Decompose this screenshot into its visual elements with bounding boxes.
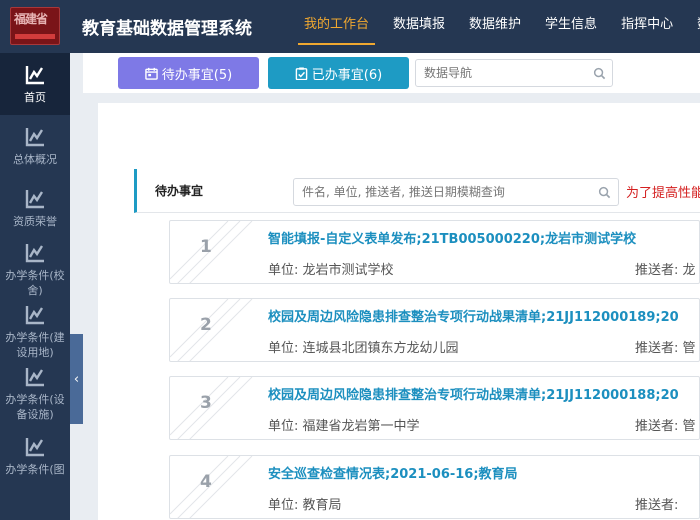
calendar-icon	[145, 67, 158, 80]
task-title-link[interactable]: 智能填报-自定义表单发布;21TB005000220;龙岩市测试学校	[268, 228, 636, 247]
search-icon[interactable]	[593, 67, 606, 80]
task-number-text: 1	[200, 237, 212, 257]
sidebar-item-label: 办学条件(建设用地)	[5, 331, 65, 359]
sidebar: 首页 总体概况 资质荣誉 办学条件(校舍) 办学条件(建设用地) 办学条件(设备…	[0, 53, 70, 520]
task-unit: 单位: 连城县北团镇东方龙幼儿园	[268, 341, 459, 356]
task-number: 1	[170, 221, 256, 283]
task-title-link[interactable]: 安全巡查检查情况表;2021-06-16;教育局	[268, 463, 518, 482]
diagonal-decoration	[170, 299, 253, 361]
task-number-text: 3	[200, 393, 212, 413]
task-sender: 推送者: 管	[635, 341, 696, 356]
toolbar: 待办事宜(5) 已办事宜(6)	[83, 53, 700, 93]
nav-item-command-center[interactable]: 指挥中心	[609, 0, 685, 53]
pending-tasks-button[interactable]: 待办事宜(5)	[118, 57, 259, 89]
data-nav-search-input[interactable]	[424, 60, 589, 86]
chart-line-icon	[25, 244, 44, 263]
pending-section-header: 待办事宜 为了提高性能	[134, 169, 700, 213]
chevron-left-icon: ‹	[73, 371, 80, 387]
chart-line-icon	[25, 306, 44, 325]
sidebar-item-overview[interactable]: 总体概况	[0, 115, 70, 177]
task-sender: 推送者:	[635, 498, 679, 513]
nav-item-student-info[interactable]: 学生信息	[533, 0, 609, 53]
done-tasks-label: 已办事宜(6)	[311, 67, 383, 83]
task-title-link[interactable]: 校园及周边风险隐患排查整治专项行动战果清单;21JJ112000188;20	[268, 384, 679, 403]
nav-item-data-more[interactable]: 数据	[685, 0, 700, 53]
task-number: 2	[170, 299, 256, 361]
task-card[interactable]: 4 安全巡查检查情况表;2021-06-16;教育局 单位: 教育局 推送者:	[169, 455, 700, 519]
task-number-text: 4	[200, 472, 212, 492]
nav-item-data-maintenance[interactable]: 数据维护	[457, 0, 533, 53]
sidebar-item-label: 办学条件(设备设施)	[5, 393, 65, 421]
section-title: 待办事宜	[155, 184, 204, 198]
app-title: 教育基础数据管理系统	[82, 19, 252, 39]
task-filter-input[interactable]	[302, 179, 597, 205]
sidebar-item-label: 首页	[24, 90, 46, 104]
done-tasks-button[interactable]: 已办事宜(6)	[268, 57, 409, 89]
task-card[interactable]: 3 校园及周边风险隐患排查整治专项行动战果清单;21JJ112000188;20…	[169, 376, 700, 440]
sidebar-item-label: 总体概况	[13, 152, 57, 166]
sidebar-collapse-button[interactable]: ‹	[70, 334, 83, 424]
sidebar-item-school-buildings[interactable]: 办学条件(校舍)	[0, 239, 70, 301]
sidebar-item-library[interactable]: 办学条件(图	[0, 425, 70, 487]
top-header: 福建省 教育基础数据管理系统 我的工作台 数据填报 数据维护 学生信息 指挥中心…	[0, 0, 700, 53]
task-title-link[interactable]: 校园及周边风险隐患排查整治专项行动战果清单;21JJ112000189;20	[268, 306, 679, 325]
sidebar-item-label: 资质荣誉	[13, 214, 57, 228]
task-number: 3	[170, 377, 256, 439]
data-nav-search	[415, 59, 613, 87]
diagonal-decoration	[170, 221, 253, 283]
clipboard-check-icon	[295, 66, 308, 80]
logo-text: 福建省	[14, 12, 48, 26]
task-card[interactable]: 2 校园及周边风险隐患排查整治专项行动战果清单;21JJ112000189;20…	[169, 298, 700, 362]
sidebar-item-honors[interactable]: 资质荣誉	[0, 177, 70, 239]
chart-line-icon	[25, 65, 44, 84]
diagonal-decoration	[170, 377, 253, 439]
task-number-text: 2	[200, 315, 212, 335]
task-filter-search	[293, 178, 619, 206]
pending-tasks-label: 待办事宜(5)	[161, 67, 233, 83]
search-icon[interactable]	[598, 186, 611, 199]
task-unit: 单位: 福建省龙岩第一中学	[268, 419, 420, 434]
sidebar-item-land[interactable]: 办学条件(建设用地)	[0, 301, 70, 363]
chart-line-icon	[25, 437, 44, 456]
logo: 福建省	[10, 7, 60, 45]
sidebar-item-equipment[interactable]: 办学条件(设备设施)	[0, 363, 70, 425]
chart-line-icon	[25, 368, 44, 387]
task-card[interactable]: 1 智能填报-自定义表单发布;21TB005000220;龙岩市测试学校 单位:…	[169, 220, 700, 284]
nav-item-data-entry[interactable]: 数据填报	[381, 0, 457, 53]
diagonal-decoration	[170, 456, 253, 518]
chart-line-icon	[25, 127, 44, 146]
task-sender: 推送者: 管	[635, 419, 696, 434]
logo-bar	[15, 34, 55, 39]
task-number: 4	[170, 456, 256, 518]
sidebar-item-label: 办学条件(校舍)	[5, 269, 65, 297]
task-unit: 单位: 教育局	[268, 498, 342, 513]
task-sender: 推送者: 龙	[635, 263, 696, 278]
nav-item-workbench[interactable]: 我的工作台	[292, 0, 381, 53]
task-unit: 单位: 龙岩市测试学校	[268, 263, 394, 278]
sidebar-item-label: 办学条件(图	[5, 462, 65, 476]
chart-line-icon	[25, 189, 44, 208]
top-nav: 我的工作台 数据填报 数据维护 学生信息 指挥中心 数据	[292, 0, 700, 53]
sidebar-item-home[interactable]: 首页	[0, 53, 70, 115]
main-panel: 待办事宜 为了提高性能 1 智能填报-自定义表单发布;21TB005000220…	[98, 103, 700, 520]
performance-notice: 为了提高性能	[626, 186, 700, 201]
